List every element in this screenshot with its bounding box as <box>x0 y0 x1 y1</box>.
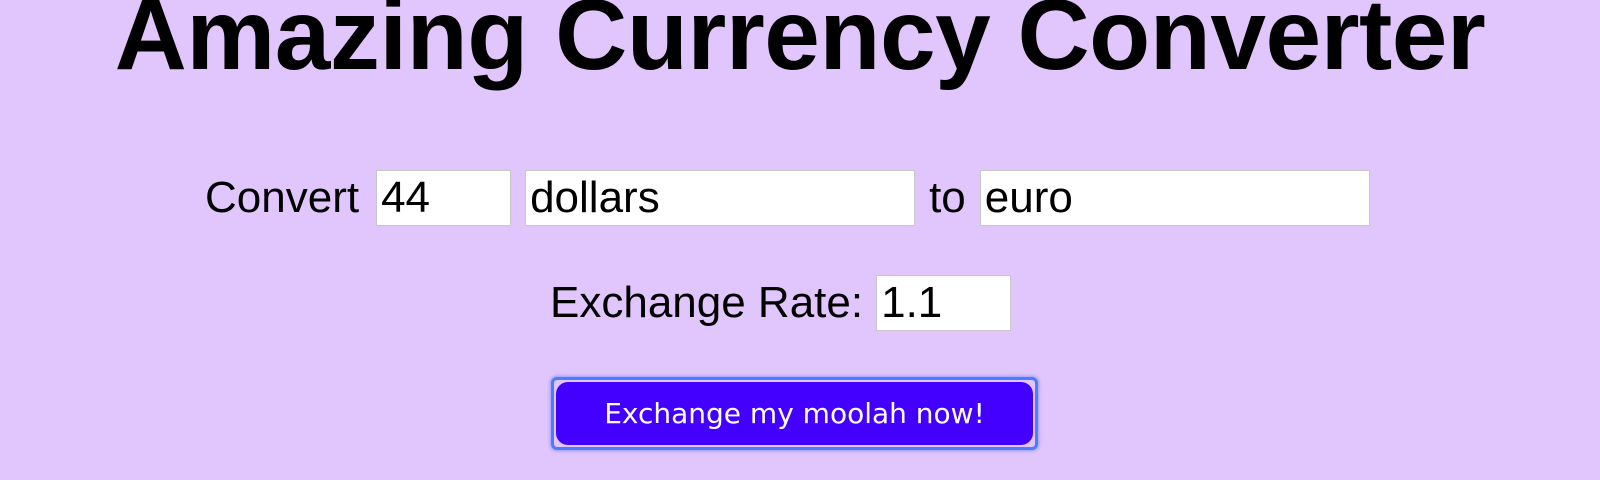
submit-button-focus-ring: Exchange my moolah now! <box>551 377 1038 450</box>
to-currency-input[interactable] <box>979 170 1370 226</box>
exchange-rate-input[interactable] <box>876 275 1012 331</box>
exchange-rate-label: Exchange Rate: <box>550 278 864 327</box>
page-title: Amazing Currency Converter <box>114 0 1486 91</box>
convert-label: Convert <box>205 173 360 222</box>
convert-row: Convert to <box>205 170 1370 226</box>
from-currency-input[interactable] <box>525 170 916 226</box>
exchange-button[interactable]: Exchange my moolah now! <box>556 382 1033 445</box>
exchange-rate-row: Exchange Rate: <box>550 275 1012 331</box>
to-label: to <box>929 173 966 222</box>
amount-input[interactable] <box>376 170 512 226</box>
